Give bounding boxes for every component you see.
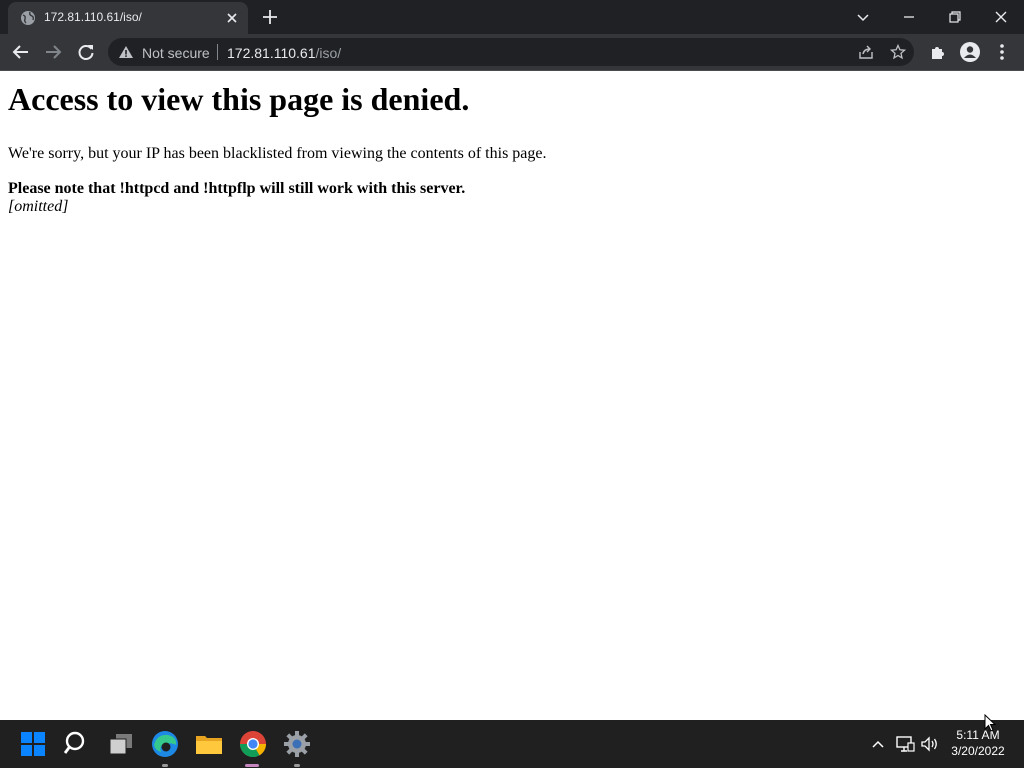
start-icon[interactable]	[17, 728, 49, 760]
mouse-cursor-icon	[984, 714, 996, 732]
clock-time: 5:11 AM	[956, 728, 1000, 742]
edge-running-indicator	[162, 764, 168, 767]
settings-running-indicator	[294, 764, 300, 767]
new-tab-icon[interactable]	[260, 7, 280, 27]
clock-date: 3/20/2022	[951, 744, 1005, 758]
task-view-icon[interactable]	[105, 728, 137, 760]
reload-icon[interactable]	[75, 41, 97, 63]
chrome-active-indicator	[245, 764, 259, 767]
chrome-icon[interactable]	[237, 728, 269, 760]
tab-search-chevron-icon[interactable]	[851, 5, 875, 29]
tab-strip: 172.81.110.61/iso/	[0, 0, 1024, 34]
page-heading: Access to view this page is denied.	[8, 81, 470, 117]
forward-icon[interactable]	[42, 41, 64, 63]
back-icon[interactable]	[10, 41, 32, 63]
file-explorer-icon[interactable]	[193, 728, 225, 760]
menu-kebab-icon[interactable]	[991, 41, 1013, 63]
address-bar[interactable]: Not secure 172.81.110.61/iso/	[108, 38, 914, 66]
denial-message: We're sorry, but your IP has been blackl…	[8, 145, 547, 162]
address-divider	[217, 44, 218, 60]
close-window-icon[interactable]	[989, 5, 1013, 29]
block-reason: [omitted]	[8, 198, 69, 215]
edge-icon[interactable]	[149, 728, 181, 760]
browser-tab[interactable]: 172.81.110.61/iso/	[8, 2, 248, 34]
browser-toolbar: Not secure 172.81.110.61/iso/	[0, 34, 1024, 71]
globe-icon	[21, 11, 35, 25]
profile-icon[interactable]	[959, 41, 981, 63]
restore-icon[interactable]	[943, 5, 967, 29]
share-icon[interactable]	[858, 44, 874, 60]
bookmark-star-icon[interactable]	[890, 44, 906, 60]
volume-icon[interactable]	[920, 734, 940, 754]
minimize-icon[interactable]	[897, 5, 921, 29]
search-icon[interactable]	[61, 728, 93, 760]
url-path: /iso/	[315, 45, 342, 61]
security-status[interactable]: Not secure	[142, 45, 210, 61]
url-text[interactable]: 172.81.110.61/iso/	[227, 45, 341, 61]
extensions-icon[interactable]	[927, 41, 949, 63]
taskbar: 5:11 AM 3/20/2022	[0, 720, 1024, 768]
warning-triangle-icon	[119, 46, 133, 58]
tab-title: 172.81.110.61/iso/	[44, 10, 142, 24]
chevron-up-icon[interactable]	[868, 734, 888, 754]
url-host: 172.81.110.61	[227, 45, 316, 61]
system-clock[interactable]: 5:11 AM 3/20/2022	[940, 727, 1016, 759]
network-icon[interactable]	[895, 734, 915, 754]
settings-icon[interactable]	[281, 728, 313, 760]
close-tab-icon[interactable]	[224, 10, 240, 26]
page-content: Access to view this page is denied. We'r…	[8, 71, 1016, 216]
server-note: Please note that !httpcd and !httpflp wi…	[8, 180, 466, 197]
